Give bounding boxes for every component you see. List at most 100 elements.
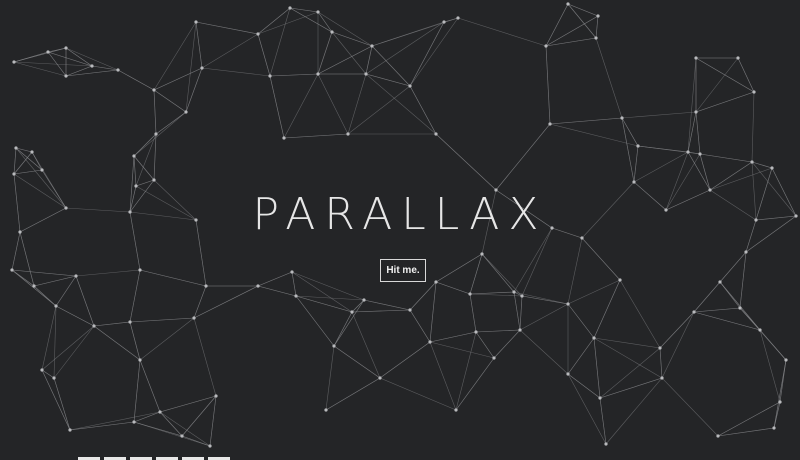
network-edge [379,341,431,379]
network-edge [751,161,773,169]
network-node [316,72,320,76]
network-node [698,152,702,156]
network-node [132,420,136,424]
network-edge [695,57,739,113]
network-node [128,320,132,324]
network-edge [41,305,57,371]
network-edge [159,395,217,413]
network-edge [133,359,141,423]
network-edge [593,337,663,379]
network-node [686,150,690,154]
network-edge [469,291,515,295]
network-edge [181,395,217,437]
network-edge [75,269,141,277]
network-edge [687,151,701,155]
network-node [64,74,68,78]
network-node [736,56,740,60]
network-edge [435,133,497,191]
network-edge [709,167,773,191]
network-edge [55,305,95,327]
network-edge [41,369,71,431]
network-node [282,136,286,140]
network-edge [289,7,319,13]
network-edge [567,3,599,17]
network-edge [133,133,157,157]
network-edge [495,123,551,191]
network-edge [567,373,601,399]
network-edge [93,321,131,327]
network-node [512,290,516,294]
network-node [408,308,412,312]
network-edge [709,161,753,191]
network-edge [139,359,161,413]
network-node [116,68,120,72]
network-edge [693,281,721,313]
network-edge [201,33,259,69]
network-edge [13,169,43,175]
network-node [194,20,198,24]
network-node [30,150,34,154]
network-edge [153,133,157,181]
network-node [208,444,212,448]
network-edge [139,317,195,361]
network-node [68,428,72,432]
network-node [138,268,142,272]
network-node [744,250,748,254]
network-node [604,442,608,446]
network-edge [595,37,623,119]
network-edge [55,275,77,307]
network-node [152,88,156,92]
network-node [154,132,158,136]
network-edge [719,281,741,309]
network-edge [13,151,33,175]
network-node [770,166,774,170]
network-edge [317,11,373,47]
network-edge [737,57,755,93]
network-node [40,368,44,372]
network-edge [633,145,639,183]
network-node [594,36,598,40]
network-edge [469,293,477,333]
network-edge [429,341,457,411]
network-edge [687,151,711,191]
network-edge [317,73,349,135]
network-edge [687,111,697,153]
network-edge [325,345,335,411]
network-edge [457,17,547,47]
network-edge [519,295,523,331]
network-edge [739,251,747,309]
network-node [256,284,260,288]
network-edge [699,153,753,163]
network-node [592,336,596,340]
network-node [74,274,78,278]
network-edge [11,269,77,277]
network-node [408,84,412,88]
hit-me-button[interactable]: Hit me. [380,259,426,282]
network-node [636,144,640,148]
network-node [12,60,16,64]
network-node [658,346,662,350]
network-node [544,44,548,48]
network-edge [593,337,601,399]
network-edge [117,69,155,91]
network-node [632,180,636,184]
network-edge [475,329,521,333]
network-node [184,110,188,114]
network-node [350,310,354,314]
network-edge [759,329,781,403]
network-node [692,310,696,314]
network-edge [695,111,701,155]
network-edge [257,33,271,77]
network-edge [295,295,335,347]
network-edge [41,325,95,371]
network-edge [693,311,761,331]
network-node [214,394,218,398]
network-edge [619,279,661,349]
network-node [716,434,720,438]
network-edge [333,299,365,347]
network-node [256,32,260,36]
network-edge [33,275,77,287]
network-node [434,280,438,284]
network-node [598,396,602,400]
network-node [480,252,484,256]
